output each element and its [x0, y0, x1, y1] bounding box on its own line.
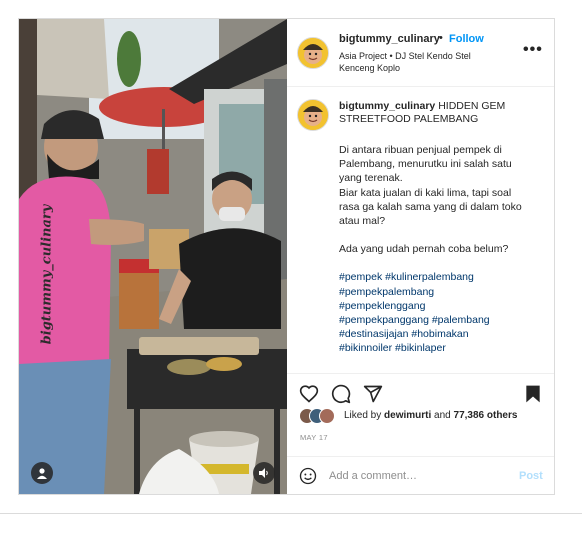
avatar[interactable]: [297, 37, 329, 69]
header-username[interactable]: bigtummy_culinary: [339, 33, 440, 45]
hashtag-link[interactable]: #destinasijajan #hobimakan: [339, 327, 529, 341]
caption-paragraph: Di antara ribuan penjual pempek di Palem…: [339, 144, 522, 228]
likes-count[interactable]: 77,386 others: [454, 410, 518, 421]
post-header: bigtummy_culinary • Follow Asia Project …: [287, 19, 554, 87]
hashtag-link[interactable]: #pempekpalembang: [339, 285, 529, 299]
comment-icon[interactable]: [331, 384, 351, 404]
hashtag-link[interactable]: #pempek #kulinerpalembang: [339, 270, 529, 284]
caption-body: Di antara ribuan penjual pempek di Palem…: [339, 143, 529, 356]
page-divider: [0, 513, 582, 514]
likes-text: Liked by dewimurti and 77,386 others: [344, 410, 518, 421]
heart-icon[interactable]: [299, 384, 319, 404]
hashtag-link[interactable]: #pempekpanggang #palembang: [339, 313, 529, 327]
likes-summary[interactable]: Liked by dewimurti and 77,386 others: [299, 408, 549, 426]
hashtag-link[interactable]: #bikinnoiler #bikinlaper: [339, 341, 529, 355]
post-date[interactable]: MAY 17: [300, 433, 328, 442]
post-caption: bigtummy_culinary HIDDEN GEM STREETFOOD …: [287, 87, 554, 373]
bookmark-icon[interactable]: [523, 384, 543, 404]
separator-dot: •: [439, 32, 443, 44]
liker-avatar: [319, 408, 335, 424]
liker-username[interactable]: dewimurti: [384, 410, 431, 421]
hashtag-link[interactable]: #pempeklenggang: [339, 299, 529, 313]
post-card: bigtummy_culinary bigtummy_culinary • Fo…: [18, 18, 555, 495]
speaker-icon: [259, 468, 268, 478]
smiley-icon[interactable]: [299, 467, 317, 485]
avatar-image: [298, 100, 328, 130]
post-details-panel: bigtummy_culinary • Follow Asia Project …: [287, 19, 554, 494]
tag-user-button[interactable]: [31, 462, 53, 484]
caption-heading: bigtummy_culinary HIDDEN GEM STREETFOOD …: [339, 100, 529, 126]
user-tag-icon: [37, 468, 47, 479]
follow-button[interactable]: Follow: [449, 33, 484, 45]
comment-input[interactable]: [329, 467, 499, 485]
post-comment-button[interactable]: Post: [519, 470, 543, 482]
send-icon[interactable]: [363, 384, 383, 404]
caption-avatar[interactable]: [297, 99, 329, 131]
post-video[interactable]: bigtummy_culinary: [19, 19, 287, 494]
video-watermark: bigtummy_culinary: [39, 204, 55, 345]
audio-toggle-button[interactable]: [253, 462, 275, 484]
action-bar: [287, 373, 554, 407]
caption-username[interactable]: bigtummy_culinary: [339, 100, 435, 112]
more-options-icon[interactable]: •••: [523, 41, 543, 59]
avatar-image: [298, 38, 328, 68]
caption-paragraph: Ada yang udah pernah coba belum?: [339, 243, 509, 256]
audio-track-link[interactable]: Asia Project • DJ Stel Kendo Stel Kencen…: [339, 50, 489, 74]
comment-bar: Post: [287, 456, 554, 495]
video-frame: [19, 19, 287, 494]
